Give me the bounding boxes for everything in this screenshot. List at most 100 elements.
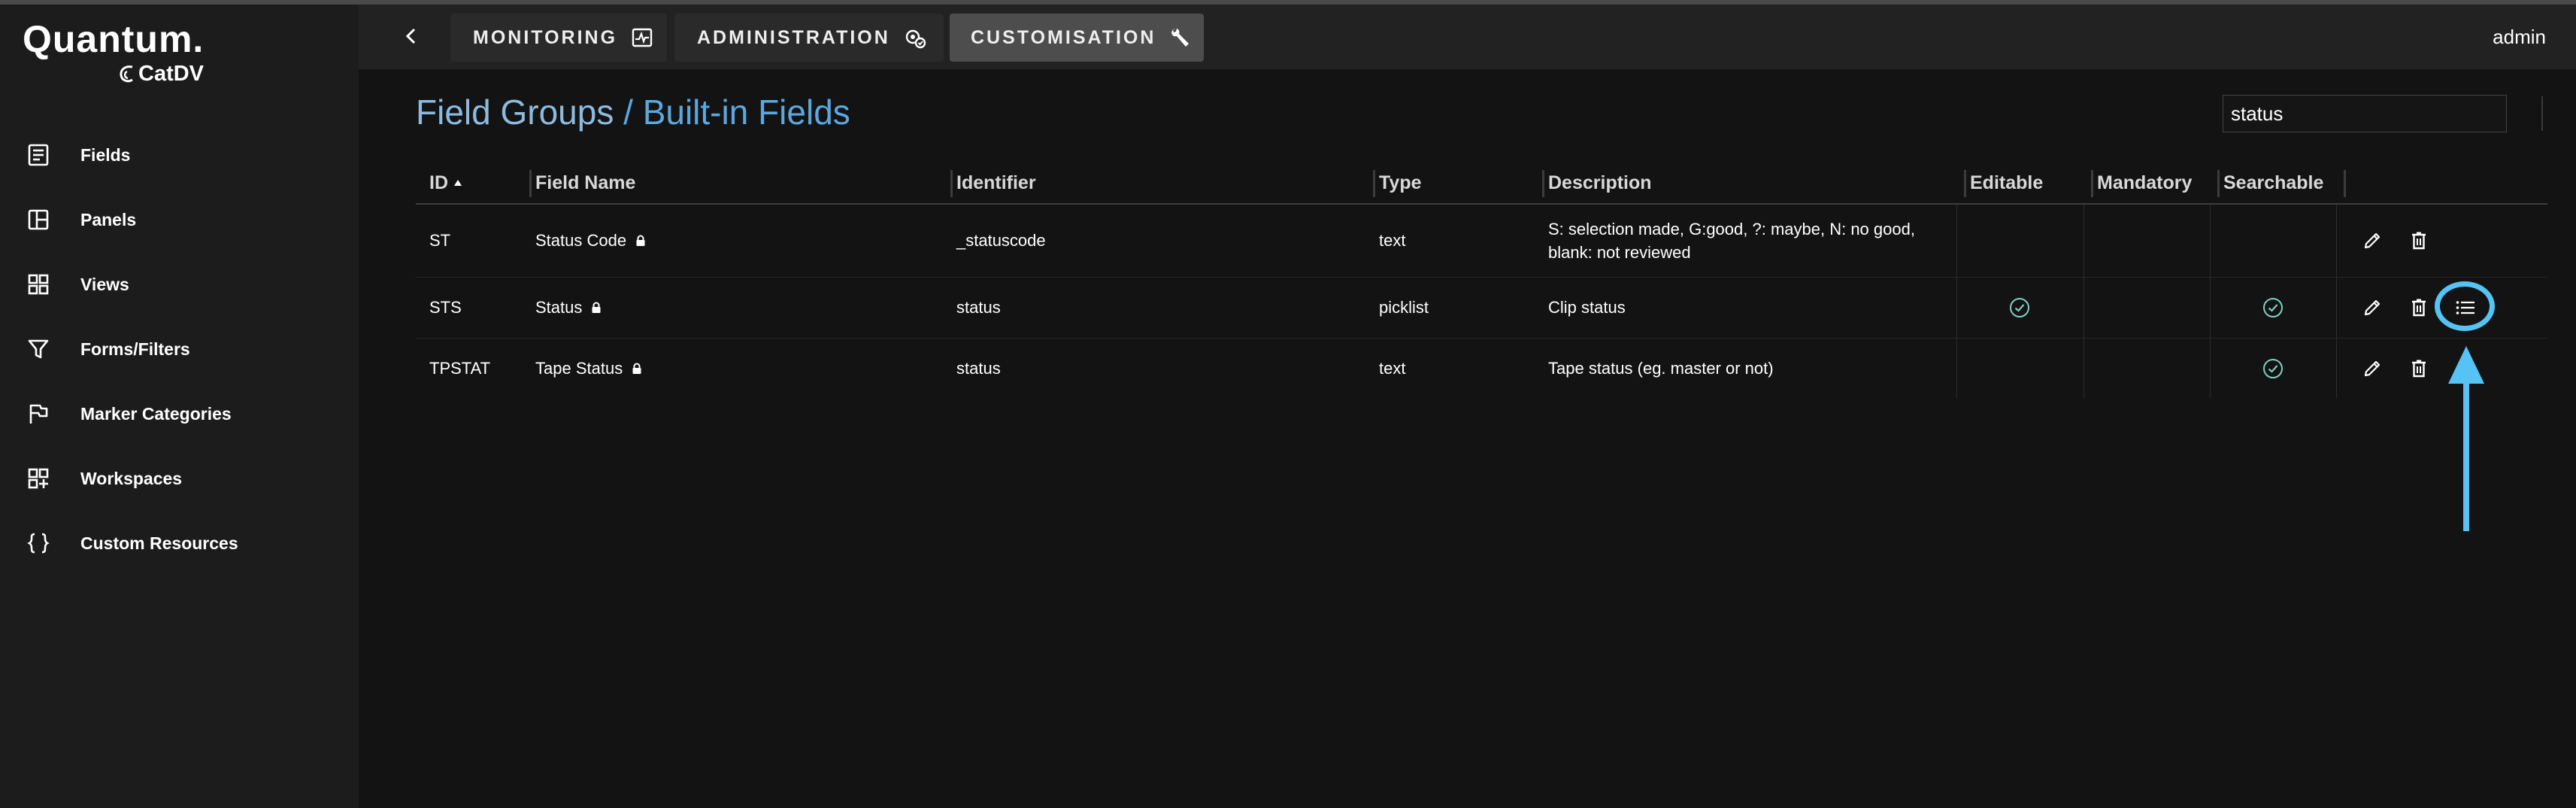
editable-check [2006,294,2033,321]
user-name[interactable]: admin [2493,26,2546,49]
top-bar: MONITORING ADMINISTRATION CUSTOMISATION … [359,5,2576,69]
wrench-icon [1169,26,1192,49]
check-circle-icon [2010,298,2029,317]
column-header-label: ID [429,172,448,193]
edit-button[interactable] [2359,227,2386,254]
cell-identifier: _statuscode [956,231,1046,250]
breadcrumb-current: Built-in Fields [642,93,850,132]
sort-ascending-icon [454,180,462,186]
tab-administration[interactable]: ADMINISTRATION [674,14,944,62]
tab-monitoring[interactable]: MONITORING [450,14,667,62]
sidebar-item-custom-resources[interactable]: Custom Resources [0,521,359,566]
cell-id: STS [429,298,462,317]
search-input[interactable] [2223,95,2507,132]
sidebar-item-label: Fields [80,144,131,165]
sidebar-item-panels[interactable]: Panels [0,197,359,242]
pencil-icon [2364,360,2381,377]
sidebar-item-marker-categories[interactable]: Marker Categories [0,391,359,436]
column-header-searchable[interactable]: Searchable [2217,163,2323,203]
braces-icon [26,530,51,556]
logo-quantum: Quantum. [23,18,205,60]
filter-icon [26,336,51,362]
edit-button[interactable] [2359,294,2386,321]
back-button[interactable] [389,15,434,57]
admin-gear-icon [904,26,926,49]
add-grid-icon [26,466,51,491]
cell-field-name: Tape Status [535,339,642,399]
cell-type: text [1379,359,1406,378]
cell-description: Clip status [1548,298,1626,317]
sidebar-item-label: Views [80,274,129,294]
sidebar-item-forms-filters[interactable]: Forms/Filters [0,327,359,372]
flag-icon [26,401,51,427]
delete-button[interactable] [2405,355,2432,382]
breadcrumb-separator: / [623,93,633,132]
logo-catdv-text: CatDV [138,62,205,86]
column-header-id[interactable]: ID [429,163,463,203]
edit-button[interactable] [2359,355,2386,382]
table-row[interactable]: TPSTAT Tape Status status text Tape stat… [416,339,2547,399]
catdv-mark-icon [120,65,133,83]
annotation-arrow-icon [2448,346,2484,531]
pencil-icon [2364,299,2381,316]
sidebar-item-label: Custom Resources [80,533,238,553]
cell-field-name: Status Code [535,205,646,277]
breadcrumb-parent[interactable]: Field Groups [416,93,614,132]
logo: Quantum. CatDV [23,18,205,86]
delete-button[interactable] [2405,294,2432,321]
column-header-label: Editable [1970,172,2044,193]
cell-description: Tape status (eg. master or not) [1548,359,1774,378]
cell-type: text [1379,231,1406,250]
cell-field-name: Status [535,278,602,338]
column-header-mandatory[interactable]: Mandatory [2091,163,2192,203]
tab-label: MONITORING [473,26,618,48]
column-header-label: Identifier [956,172,1036,193]
monitoring-icon [631,26,653,49]
panel-layout-icon [26,207,51,232]
delete-button[interactable] [2405,227,2432,254]
chevron-left-icon [405,28,416,44]
sidebar-item-label: Marker Categories [80,403,232,424]
column-header-identifier[interactable]: Identifier [950,163,1036,203]
tab-customisation[interactable]: CUSTOMISATION [950,14,1204,62]
lock-icon [632,363,641,374]
column-header-editable[interactable]: Editable [1964,163,2044,203]
table-row[interactable]: STS Status status picklist Clip status [416,278,2547,339]
annotation-highlight-circle [2435,281,2495,331]
trash-icon [2412,232,2426,250]
grid-icon [26,272,51,297]
column-header-description[interactable]: Description [1542,163,1652,203]
sidebar-item-label: Workspaces [80,468,183,488]
cell-identifier: status [956,298,1001,317]
table-row[interactable]: ST Status Code _statuscode text S: selec… [416,205,2547,278]
sidebar-item-label: Panels [80,209,137,229]
column-header-label: Field Name [535,172,636,193]
cell-identifier: status [956,359,1001,378]
column-header-label: Type [1379,172,1422,193]
trash-icon [2412,299,2426,317]
table-header: ID Field Name Identifier Type Descriptio… [416,163,2547,205]
check-circle-icon [2263,359,2283,378]
sidebar-item-workspaces[interactable]: Workspaces [0,456,359,501]
field-name-text: Tape Status [535,359,623,378]
column-header-label: Description [1548,172,1652,193]
sidebar: Quantum. CatDV Fields Panels Views Forms… [0,5,359,808]
lock-icon [636,235,645,246]
document-list-icon [26,142,51,168]
cell-id: TPSTAT [429,359,491,378]
logo-catdv: CatDV [117,62,204,87]
pencil-icon [2364,232,2381,249]
check-circle-icon [2263,298,2283,317]
column-header-actions [2344,163,2357,203]
field-name-text: Status Code [535,231,627,250]
column-header-field-name[interactable]: Field Name [529,163,636,203]
sidebar-item-fields[interactable]: Fields [0,132,359,178]
sidebar-item-views[interactable]: Views [0,262,359,307]
cell-description: S: selection made, G:good, ?: maybe, N: … [1548,220,1915,262]
cell-type: picklist [1379,298,1429,317]
trash-icon [2412,360,2426,378]
cell-id: ST [429,231,451,250]
column-header-type[interactable]: Type [1373,163,1422,203]
tab-label: ADMINISTRATION [697,26,890,48]
searchable-check [2259,355,2287,382]
